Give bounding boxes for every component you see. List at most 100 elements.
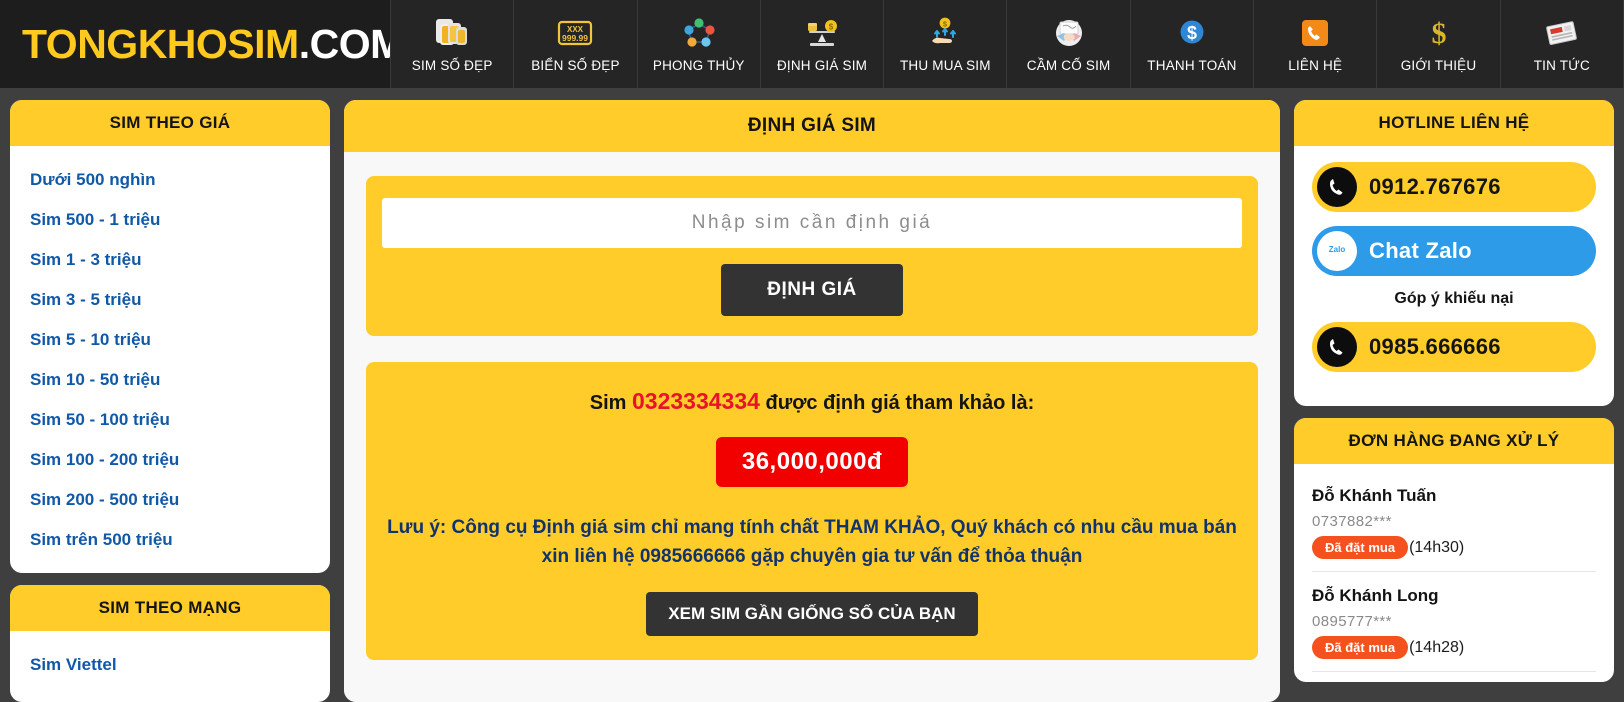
- sim-by-price-title: SIM THEO GIÁ: [10, 100, 330, 146]
- svg-text:$: $: [1431, 17, 1446, 50]
- sidebar-item-price-4[interactable]: Sim 5 - 10 triệu: [30, 320, 310, 360]
- dollar-circle-icon: $: [1173, 15, 1211, 51]
- main-navigation: SIM SỐ ĐẸP XXX 999.99 BIỂN SỐ ĐẸP PHONG …: [390, 0, 1624, 88]
- handshake-icon: [1050, 15, 1088, 51]
- order-meta: Đã đặt mua (14h28): [1312, 636, 1596, 659]
- page-body: SIM THEO GIÁ Dưới 500 nghìn Sim 500 - 1 …: [0, 88, 1624, 702]
- sim-cards-icon: [433, 15, 471, 51]
- valuation-result: Sim 0323334334 được định giá tham khảo l…: [366, 362, 1258, 660]
- right-sidebar: HOTLINE LIÊN HỆ 0912.767676 Zalo Chat Za…: [1294, 100, 1614, 702]
- sidebar-item-price-5[interactable]: Sim 10 - 50 triệu: [30, 360, 310, 400]
- newspaper-icon: [1543, 15, 1581, 51]
- complaint-label: Góp ý khiếu nại: [1394, 290, 1514, 307]
- license-plate-icon: XXX 999.99: [556, 15, 594, 51]
- svg-text:999.99: 999.99: [562, 33, 588, 43]
- sim-by-network-title: SIM THEO MẠNG: [10, 585, 330, 632]
- order-row: Đỗ Khánh Long 0895777*** Đã đặt mua (14h…: [1312, 572, 1596, 672]
- logo[interactable]: TONGKHOSIM.COM: [0, 0, 404, 88]
- result-sim-number: 0323334334: [632, 388, 760, 414]
- nav-item-gioi-thieu[interactable]: $ GIỚI THIỆU: [1376, 0, 1499, 88]
- nav-item-phong-thuy[interactable]: PHONG THỦY: [636, 0, 760, 88]
- balance-scale-icon: $: [803, 15, 841, 51]
- svg-text:$: $: [829, 23, 834, 32]
- logo-suffix-text: .COM: [298, 20, 405, 67]
- sidebar-item-price-9[interactable]: Sim trên 500 triệu: [30, 520, 310, 560]
- result-suffix: được định giá tham khảo là:: [765, 392, 1035, 414]
- sidebar-item-price-7[interactable]: Sim 100 - 200 triệu: [30, 440, 310, 480]
- nav-item-sim-so-dep[interactable]: SIM SỐ ĐẸP: [390, 0, 513, 88]
- sim-by-network-card: SIM THEO MẠNG Sim Viettel: [10, 585, 330, 702]
- order-time: (14h28): [1409, 638, 1465, 656]
- sidebar-item-price-2[interactable]: Sim 1 - 3 triệu: [30, 240, 310, 280]
- orders-list: Đỗ Khánh Tuấn 0737882*** Đã đặt mua (14h…: [1294, 464, 1614, 682]
- orders-card: ĐƠN HÀNG ĐANG XỬ LÝ Đỗ Khánh Tuấn 073788…: [1294, 418, 1614, 682]
- result-headline: Sim 0323334334 được định giá tham khảo l…: [386, 388, 1238, 415]
- sim-by-price-card: SIM THEO GIÁ Dưới 500 nghìn Sim 500 - 1 …: [10, 100, 330, 574]
- nav-item-tin-tuc[interactable]: TIN TỨC: [1499, 0, 1624, 88]
- valuation-card: ĐỊNH GIÁ SIM ĐỊNH GIÁ Sim 0323334334 đượ…: [344, 100, 1280, 702]
- hotline-primary-phone[interactable]: 0912.767676: [1312, 162, 1596, 212]
- order-meta: Đã đặt mua (14h30): [1312, 536, 1596, 559]
- feng-shui-network-icon: [680, 15, 718, 51]
- order-row: Đỗ Khánh Tuấn 0737882*** Đã đặt mua (14h…: [1312, 470, 1596, 572]
- sidebar-item-price-1[interactable]: Sim 500 - 1 triệu: [30, 200, 310, 240]
- result-note: Lưu ý: Công cụ Định giá sim chỉ mang tín…: [387, 517, 1237, 568]
- chat-zalo-button[interactable]: Zalo Chat Zalo: [1312, 226, 1596, 276]
- hotline-primary-phone-text: 0912.767676: [1369, 174, 1501, 199]
- nav-item-dinh-gia-sim[interactable]: $ ĐỊNH GIÁ SIM: [759, 0, 883, 88]
- nav-item-thu-mua-sim[interactable]: $ THU MUA SIM: [883, 0, 1006, 88]
- sidebar-item-price-8[interactable]: Sim 200 - 500 triệu: [30, 480, 310, 520]
- nav-item-lien-he[interactable]: LIÊN HỆ: [1253, 0, 1376, 88]
- hotline-title: HOTLINE LIÊN HỆ: [1294, 100, 1614, 146]
- sidebar-item-price-6[interactable]: Sim 50 - 100 triệu: [30, 400, 310, 440]
- left-sidebar: SIM THEO GIÁ Dưới 500 nghìn Sim 500 - 1 …: [10, 100, 330, 702]
- dollar-sign-icon: $: [1420, 15, 1458, 51]
- nav-label: CẦM CỐ SIM: [1026, 58, 1111, 73]
- logo-brand-text: TONGKHOSIM: [22, 20, 299, 67]
- chat-zalo-label: Chat Zalo: [1369, 238, 1472, 263]
- hotline-complaint-phone-text: 0985.666666: [1369, 334, 1501, 359]
- orders-title: ĐƠN HÀNG ĐANG XỬ LÝ: [1294, 418, 1614, 464]
- order-customer-phone: 0895777***: [1312, 613, 1392, 630]
- result-price-badge: 36,000,000đ: [715, 437, 909, 487]
- nav-label: ĐỊNH GIÁ SIM: [776, 58, 868, 73]
- nav-label: SIM SỐ ĐẸP: [411, 58, 493, 73]
- view-similar-sims-button[interactable]: XEM SIM GẦN GIỐNG SỐ CỦA BẠN: [646, 591, 978, 636]
- result-prefix: Sim: [589, 392, 627, 414]
- phone-icon: [1317, 327, 1357, 367]
- status-badge: Đã đặt mua: [1312, 636, 1409, 659]
- nav-label: GIỚI THIỆU: [1400, 58, 1477, 73]
- nav-item-bien-so-dep[interactable]: XXX 999.99 BIỂN SỐ ĐẸP: [513, 0, 636, 88]
- status-badge: Đã đặt mua: [1312, 536, 1409, 559]
- svg-text:$: $: [1187, 23, 1197, 43]
- order-time: (14h30): [1409, 538, 1465, 556]
- phone-icon: [1317, 167, 1357, 207]
- sidebar-item-price-0[interactable]: Dưới 500 nghìn: [30, 160, 310, 200]
- sim-by-price-list: Dưới 500 nghìn Sim 500 - 1 triệu Sim 1 -…: [10, 146, 330, 573]
- hotline-card: HOTLINE LIÊN HỆ 0912.767676 Zalo Chat Za…: [1294, 100, 1614, 406]
- valuate-button[interactable]: ĐỊNH GIÁ: [721, 264, 903, 316]
- sidebar-item-network-0[interactable]: Sim Viettel: [30, 645, 310, 685]
- nav-label: THANH TOÁN: [1147, 58, 1237, 73]
- zalo-icon: Zalo: [1317, 231, 1357, 271]
- sidebar-item-price-3[interactable]: Sim 3 - 5 triệu: [30, 280, 310, 320]
- order-customer-name: Đỗ Khánh Tuấn: [1312, 486, 1437, 505]
- hotline-body: 0912.767676 Zalo Chat Zalo Góp ý khiếu n…: [1294, 146, 1614, 406]
- sim-input[interactable]: [382, 198, 1242, 248]
- page-title: ĐỊNH GIÁ SIM: [344, 100, 1280, 152]
- svg-text:Zalo: Zalo: [1329, 245, 1346, 254]
- nav-label: TIN TỨC: [1533, 58, 1590, 73]
- nav-label: BIỂN SỐ ĐẸP: [531, 58, 620, 73]
- nav-item-thanh-toan[interactable]: $ THANH TOÁN: [1129, 0, 1253, 88]
- nav-label: PHONG THỦY: [652, 58, 745, 73]
- nav-label: LIÊN HỆ: [1288, 58, 1343, 73]
- valuation-search-box: ĐỊNH GIÁ: [366, 176, 1258, 336]
- hotline-complaint-phone[interactable]: 0985.666666: [1312, 322, 1596, 372]
- nav-label: THU MUA SIM: [899, 58, 991, 73]
- sim-by-network-list: Sim Viettel: [10, 631, 330, 702]
- site-header: TONGKHOSIM.COM SIM SỐ ĐẸP XXX 999.99 BIỂ…: [0, 0, 1624, 88]
- hand-coin-icon: $: [926, 15, 964, 51]
- phone-icon: [1296, 15, 1334, 51]
- order-customer-name: Đỗ Khánh Long: [1312, 586, 1439, 605]
- nav-item-cam-co-sim[interactable]: CẦM CỐ SIM: [1006, 0, 1129, 88]
